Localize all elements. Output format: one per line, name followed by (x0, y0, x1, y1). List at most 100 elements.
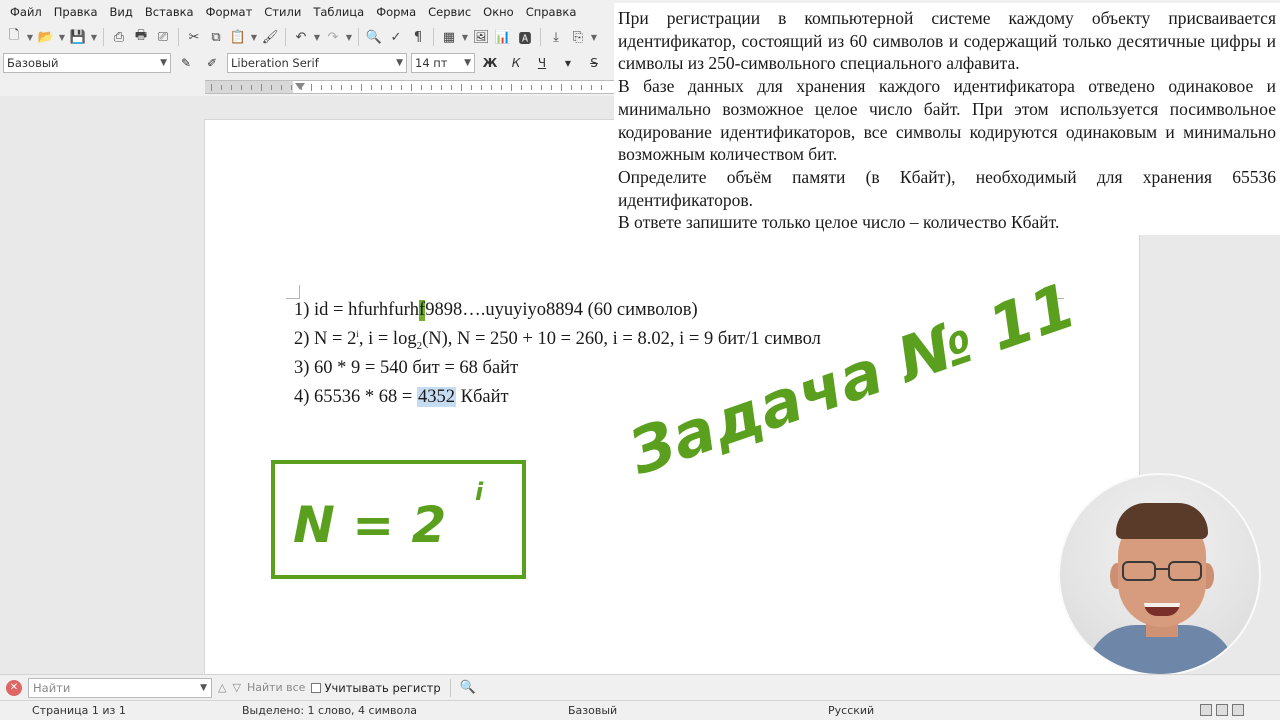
formatting-toolbar: Базовый ▼ ✎ ✐ Liberation Serif ▼ 14 пт ▼… (0, 50, 620, 76)
paragraph-style-select[interactable]: Базовый ▼ (3, 53, 171, 73)
solution-line-3[interactable]: 3) 60 * 9 = 540 бит = 68 байт (294, 358, 518, 379)
presenter-hair (1116, 503, 1208, 539)
formula-box: N = 2 i (271, 460, 526, 579)
ruler-tick (511, 84, 512, 91)
selection-info: Выделено: 1 слово, 4 символа (242, 704, 418, 717)
text-language[interactable]: Русский (828, 704, 874, 717)
find-replace-icon[interactable]: 🔍 (364, 27, 384, 47)
menu-format[interactable]: Формат (200, 5, 259, 19)
ruler-tick (431, 85, 432, 90)
status-bar: Страница 1 из 1 Выделено: 1 слово, 4 сим… (0, 700, 1280, 720)
chevron-down-icon[interactable]: ▼ (313, 27, 321, 47)
clone-formatting-icon[interactable]: 🖌 (260, 27, 280, 47)
menu-styles[interactable]: Стили (258, 5, 307, 19)
menu-view[interactable]: Вид (104, 5, 139, 19)
horizontal-ruler[interactable] (205, 80, 615, 94)
update-style-icon[interactable]: ✎ (175, 53, 197, 73)
menu-help[interactable]: Справка (520, 5, 583, 19)
solution-line-4[interactable]: 4) 65536 * 68 = 4352 Кбайт (294, 387, 509, 408)
text-run: 9898….uyuyiyo8894 (60 символов) (425, 300, 698, 320)
print-preview-icon[interactable]: ⎚ (153, 27, 173, 47)
multi-page-view-icon[interactable] (1216, 704, 1228, 716)
find-all-button[interactable]: Найти все (247, 681, 306, 694)
menu-form[interactable]: Форма (370, 5, 422, 19)
match-case-option[interactable]: Учитывать регистр (311, 681, 441, 695)
menu-window[interactable]: Окно (477, 5, 520, 19)
bold-button[interactable]: Ж (479, 53, 501, 73)
chevron-down-icon[interactable]: ▼ (58, 27, 66, 47)
chevron-down-icon[interactable]: ▼ (250, 27, 258, 47)
font-size-select[interactable]: 14 пт ▼ (411, 53, 475, 73)
ruler-tick (341, 85, 342, 90)
single-page-view-icon[interactable] (1200, 704, 1212, 716)
toolbar-separator (178, 28, 179, 46)
insert-image-icon[interactable]: 🖼 (471, 27, 491, 47)
close-icon[interactable]: ✕ (6, 679, 22, 696)
paste-icon[interactable]: 📋 (228, 27, 248, 47)
insert-chart-icon[interactable]: 📊 (493, 27, 513, 47)
match-case-checkbox[interactable] (311, 682, 322, 693)
book-view-icon[interactable] (1232, 704, 1244, 716)
italic-button[interactable]: К (505, 53, 527, 73)
menu-tools[interactable]: Сервис (422, 5, 477, 19)
ruler-tick (291, 85, 292, 90)
indent-marker[interactable] (295, 83, 305, 90)
new-document-icon[interactable]: 🗋 (4, 27, 24, 47)
chevron-down-icon[interactable]: ▼ (461, 27, 469, 47)
chevron-down-icon[interactable]: ▼ (557, 53, 579, 73)
page-break-icon[interactable]: ⤓ (546, 27, 566, 47)
spellcheck-icon[interactable]: ✓ (386, 27, 406, 47)
strikethrough-button[interactable]: S (583, 53, 605, 73)
ruler-tick (471, 85, 472, 90)
formatting-marks-icon[interactable]: ¶ (408, 27, 428, 47)
chevron-down-icon[interactable]: ▼ (590, 27, 598, 47)
ruler-tick (551, 85, 552, 90)
chevron-down-icon[interactable]: ▼ (345, 27, 353, 47)
solution-line-1[interactable]: 1) id = hfurhfurhf9898….uyuyiyo8894 (60 … (294, 300, 698, 321)
menu-table[interactable]: Таблица (307, 5, 370, 19)
find-previous-button[interactable]: △ (218, 681, 226, 694)
insert-table-icon[interactable]: ▦ (439, 27, 459, 47)
ruler-tick (351, 85, 352, 90)
find-next-button[interactable]: ▽ (232, 681, 240, 694)
redo-icon[interactable]: ↷ (323, 27, 343, 47)
menu-insert[interactable]: Вставка (139, 5, 200, 19)
text-run: (N), N = 250 + 10 = 260, i = 8.02, i = 9… (422, 329, 821, 350)
save-icon[interactable]: 💾 (68, 27, 88, 47)
find-input[interactable]: Найти ▼ (28, 677, 212, 698)
text-run: 2) N = 2 (294, 329, 357, 350)
find-replace-icon[interactable]: 🔍 (460, 680, 476, 695)
font-name-select[interactable]: Liberation Serif ▼ (227, 53, 407, 73)
problem-paragraph: В ответе запишите только целое число – к… (618, 212, 1060, 233)
ruler-tick (331, 85, 332, 90)
chevron-down-icon[interactable]: ▼ (26, 27, 34, 47)
undo-icon[interactable]: ↶ (291, 27, 311, 47)
menu-edit[interactable]: Правка (48, 5, 104, 19)
ruler-tick (541, 85, 542, 90)
chevron-down-icon: ▼ (396, 58, 403, 68)
problem-statement: При регистрации в компьютерной системе к… (614, 3, 1280, 235)
chevron-down-icon[interactable]: ▼ (90, 27, 98, 47)
underline-button[interactable]: Ч (531, 53, 553, 73)
page-count[interactable]: Страница 1 из 1 (32, 704, 126, 717)
insert-field-icon[interactable]: ⎘ (568, 27, 588, 47)
insert-textbox-icon[interactable]: 🅰 (515, 27, 535, 47)
ruler-tick (311, 84, 312, 91)
ruler-tick (561, 84, 562, 91)
solution-line-2[interactable]: 2) N = 2i, i = log2(N), N = 250 + 10 = 2… (294, 329, 821, 352)
export-pdf-icon[interactable]: ⎙ (109, 27, 129, 47)
ruler-tick (401, 85, 402, 90)
page-style[interactable]: Базовый (568, 704, 617, 717)
cut-icon[interactable]: ✂ (184, 27, 204, 47)
print-icon[interactable]: 🖶 (131, 27, 151, 47)
standard-toolbar: 🗋 ▼ 📂 ▼ 💾 ▼ ⎙ 🖶 ⎚ ✂ ⧉ 📋 ▼ 🖌 ↶ ▼ ↷ ▼ 🔍 ✓ … (0, 24, 620, 50)
ruler-area (0, 76, 620, 96)
open-folder-icon[interactable]: 📂 (36, 27, 56, 47)
menu-file[interactable]: Файл (4, 5, 48, 19)
toolbar-separator (433, 28, 434, 46)
text-run: Кбайт (455, 387, 509, 407)
ruler-tick (301, 85, 302, 90)
copy-icon[interactable]: ⧉ (206, 27, 226, 47)
ruler-tick (441, 85, 442, 90)
new-style-icon[interactable]: ✐ (201, 53, 223, 73)
